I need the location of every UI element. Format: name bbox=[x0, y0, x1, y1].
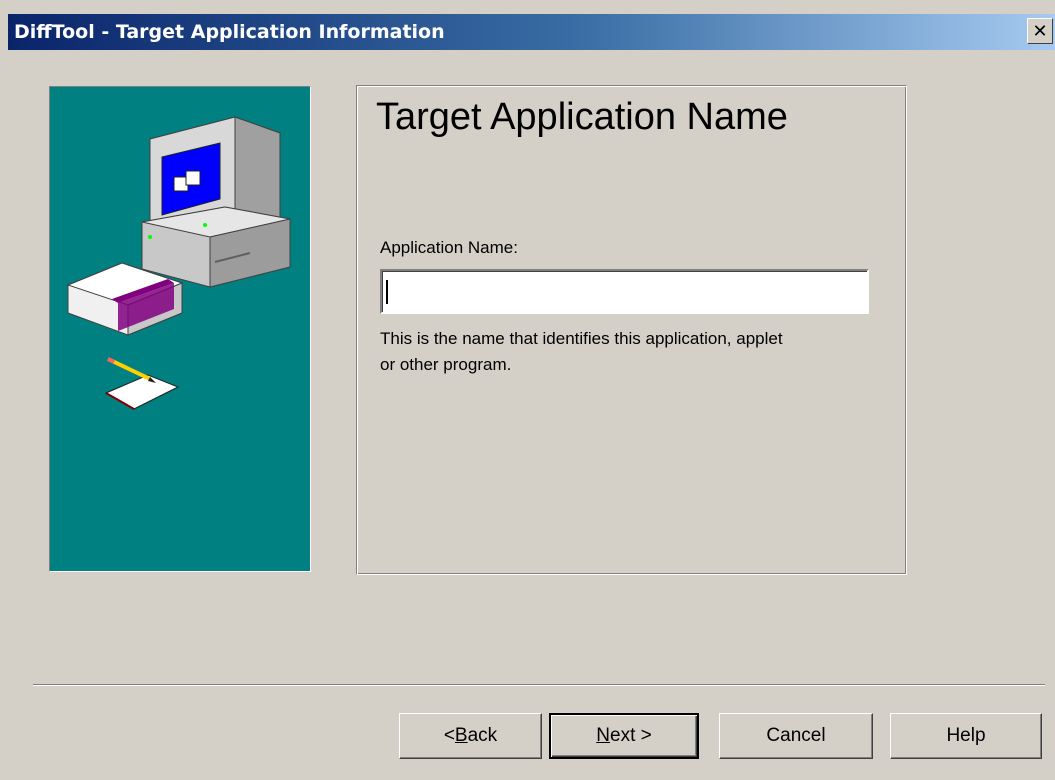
application-name-input[interactable] bbox=[380, 269, 869, 314]
close-button[interactable]: ✕ bbox=[1027, 18, 1053, 44]
back-mnemonic: B bbox=[454, 725, 468, 746]
button-separator bbox=[33, 684, 1045, 686]
help-button[interactable]: Help bbox=[890, 713, 1042, 759]
computer-illustration-icon bbox=[66, 116, 291, 410]
application-name-label: Application Name: bbox=[380, 238, 518, 257]
wizard-dialog: DiffTool - Target Application Informatio… bbox=[0, 0, 1055, 780]
back-prefix: < bbox=[443, 725, 455, 746]
next-mnemonic: N bbox=[596, 725, 610, 746]
content-panel: Target Application Name Application Name… bbox=[356, 85, 907, 575]
wizard-illustration-panel bbox=[49, 86, 311, 572]
next-label-rest: ext > bbox=[610, 725, 652, 746]
back-label-rest: ack bbox=[467, 725, 498, 746]
application-name-help-text: This is the name that identifies this ap… bbox=[380, 329, 783, 374]
window-title: DiffTool - Target Application Informatio… bbox=[14, 21, 445, 43]
panel-title: Target Application Name bbox=[376, 96, 788, 138]
back-button[interactable]: < Back bbox=[399, 713, 542, 759]
next-button[interactable]: Next > bbox=[549, 713, 699, 759]
cancel-button[interactable]: Cancel bbox=[719, 713, 873, 759]
text-caret bbox=[386, 280, 388, 304]
title-bar[interactable]: DiffTool - Target Application Informatio… bbox=[8, 14, 1055, 50]
close-icon: ✕ bbox=[1032, 20, 1048, 42]
